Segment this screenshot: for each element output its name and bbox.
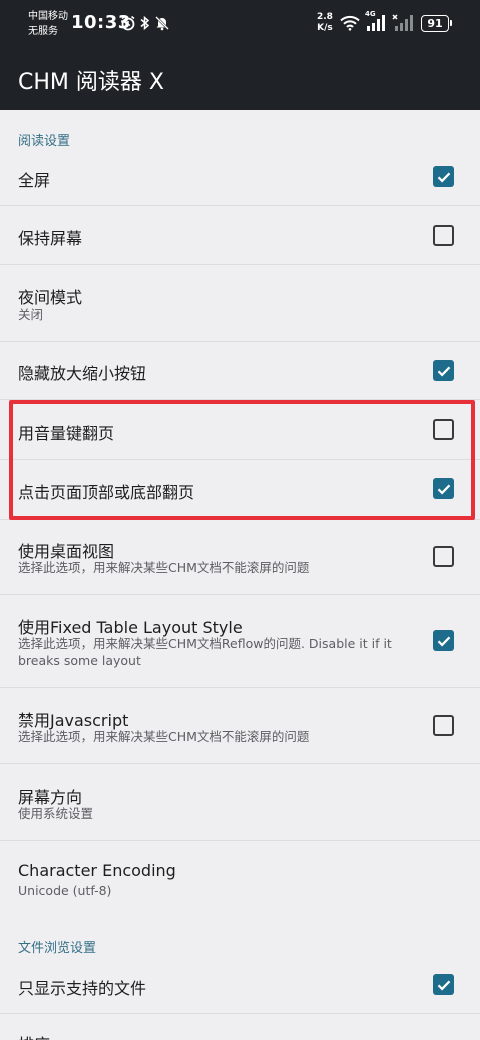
- setting-summary: 选择此选项，用来解决某些CHM文档不能滚屏的问题: [18, 560, 310, 575]
- network-speed: 2.8 K/s: [317, 12, 333, 34]
- setting-screen-orientation[interactable]: 屏幕方向 使用系统设置: [0, 764, 480, 841]
- setting-disable-javascript[interactable]: 禁用Javascript 选择此选项，用来解决某些CHM文档不能滚屏的问题: [0, 688, 480, 764]
- desktop-view-checkbox[interactable]: [433, 546, 454, 567]
- network-speed-unit: K/s: [317, 23, 333, 33]
- checkmark-icon: [437, 366, 450, 376]
- battery-icon: 91: [421, 15, 452, 32]
- battery-level: 91: [427, 17, 443, 30]
- setting-desktop-view[interactable]: 使用桌面视图 选择此选项，用来解决某些CHM文档不能滚屏的问题: [0, 520, 480, 595]
- alarm-icon: [120, 13, 136, 33]
- wifi-icon: [340, 13, 360, 33]
- setting-title: 夜间模式: [18, 288, 83, 307]
- setting-title: 保持屏幕: [18, 229, 83, 248]
- setting-show-supported-only[interactable]: 只显示支持的文件: [0, 956, 480, 1014]
- mute-icon: [154, 13, 170, 33]
- checkmark-icon: [437, 980, 450, 990]
- setting-summary: 关闭: [18, 307, 44, 322]
- setting-tap-page[interactable]: 点击页面顶部或底部翻页: [0, 460, 480, 520]
- volume-page-checkbox[interactable]: [433, 419, 454, 440]
- status-bar: 中国移动 无服务 10:33 2.8 K/s 4G 91: [0, 0, 480, 48]
- app-bar: CHM 阅读器 X: [0, 48, 480, 110]
- section-header-reading: 阅读设置: [18, 134, 71, 149]
- setting-sort[interactable]: 排序: [0, 1014, 480, 1040]
- checkmark-icon: [437, 636, 450, 646]
- setting-summary: 选择此选项，用来解决某些CHM文档不能滚屏的问题: [18, 729, 310, 744]
- setting-night-mode[interactable]: 夜间模式 关闭: [0, 265, 480, 342]
- setting-title: 排序: [18, 1031, 50, 1040]
- setting-keep-screen[interactable]: 保持屏幕: [0, 206, 480, 265]
- disable-javascript-checkbox[interactable]: [433, 715, 454, 736]
- setting-title: 用音量键翻页: [18, 424, 115, 443]
- setting-title: 点击页面顶部或底部翻页: [18, 483, 195, 502]
- fullscreen-checkbox[interactable]: [433, 166, 454, 187]
- supported-only-checkbox[interactable]: [433, 974, 454, 995]
- signal-icon: 4G: [364, 10, 386, 33]
- setting-summary: Unicode (utf-8): [18, 883, 112, 898]
- setting-character-encoding[interactable]: Character Encoding Unicode (utf-8): [0, 841, 480, 921]
- setting-summary: 选择此选项，用来解决某些CHM文档Reflow的问题. Disable it i…: [18, 636, 392, 668]
- setting-title: 只显示支持的文件: [18, 979, 147, 998]
- checkmark-icon: [437, 172, 450, 182]
- setting-volume-key-page[interactable]: 用音量键翻页: [0, 400, 480, 460]
- setting-fixed-table-layout[interactable]: 使用Fixed Table Layout Style 选择此选项，用来解决某些C…: [0, 595, 480, 688]
- tap-page-checkbox[interactable]: [433, 478, 454, 499]
- section-header-file-browsing: 文件浏览设置: [18, 941, 97, 956]
- hide-zoom-checkbox[interactable]: [433, 360, 454, 381]
- network-type-label: 4G: [365, 10, 376, 18]
- setting-summary: 使用系统设置: [18, 806, 94, 821]
- app-title: CHM 阅读器 X: [18, 70, 164, 95]
- carrier-info: 中国移动 无服务: [28, 9, 68, 39]
- signal-no-service-icon: [392, 13, 414, 33]
- setting-title: Character Encoding: [18, 861, 176, 880]
- bluetooth-icon: [139, 13, 151, 33]
- fixed-table-checkbox[interactable]: [433, 630, 454, 651]
- carrier-name: 中国移动: [28, 11, 68, 22]
- service-status: 无服务: [28, 26, 58, 37]
- network-speed-value: 2.8: [317, 12, 333, 22]
- setting-title: 全屏: [18, 171, 51, 190]
- checkmark-icon: [437, 484, 450, 494]
- setting-fullscreen[interactable]: 全屏: [0, 148, 480, 206]
- setting-hide-zoom-buttons[interactable]: 隐藏放大缩小按钮: [0, 342, 480, 400]
- setting-title: 隐藏放大缩小按钮: [18, 364, 147, 383]
- keep-screen-checkbox[interactable]: [433, 225, 454, 246]
